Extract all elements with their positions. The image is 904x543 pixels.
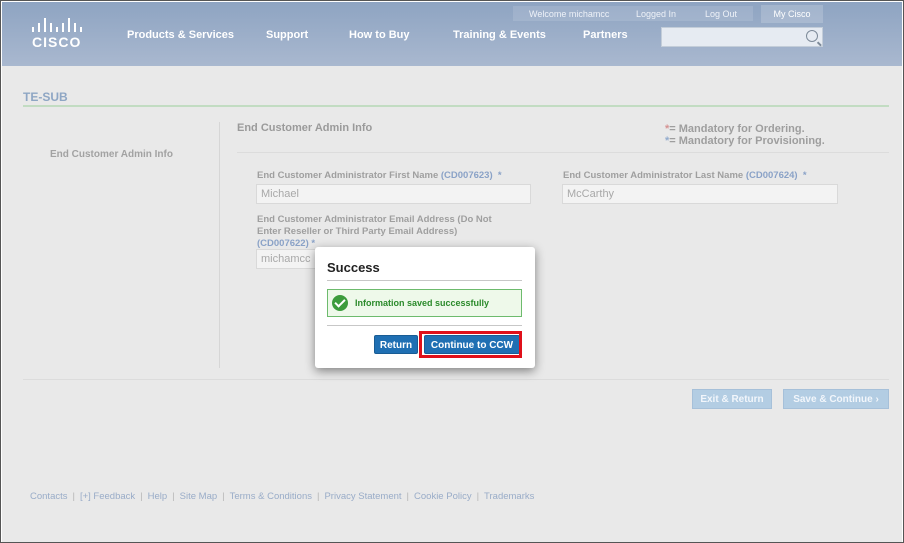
search-input[interactable] bbox=[661, 27, 823, 47]
welcome-text: Welcome michamcc bbox=[529, 9, 610, 19]
first-name-label-text: End Customer Administrator First Name bbox=[257, 170, 439, 181]
nav-partners[interactable]: Partners bbox=[583, 29, 628, 41]
first-name-code: (CD007623) bbox=[440, 170, 493, 181]
cisco-logo[interactable]: CISCO bbox=[32, 18, 82, 50]
site-header: CISCO Products & Services Support How to… bbox=[2, 2, 902, 66]
email-label: End Customer Administrator Email Address… bbox=[257, 214, 527, 250]
email-label-line1: End Customer Administrator Email Address… bbox=[257, 214, 492, 225]
first-name-label: End Customer Administrator First Name (C… bbox=[257, 170, 502, 182]
nav-how-to-buy[interactable]: How to Buy bbox=[349, 29, 410, 41]
first-name-field[interactable]: Michael bbox=[256, 184, 531, 204]
save-continue-button[interactable]: Save & Continue › bbox=[783, 389, 889, 409]
modal-title: Success bbox=[327, 260, 380, 275]
mandatory-legend: *= Mandatory for Ordering. *= Mandatory … bbox=[665, 123, 825, 147]
email-label-line2: Enter Reseller or Third Party Email Addr… bbox=[257, 226, 458, 237]
success-alert: Information saved successfully bbox=[327, 289, 522, 317]
check-circle-icon bbox=[332, 295, 348, 311]
footer-contacts[interactable]: Contacts bbox=[30, 491, 68, 502]
success-message: Information saved successfully bbox=[355, 298, 490, 308]
footer-separator: | bbox=[476, 491, 480, 502]
legend-provisioning: = Mandatory for Provisioning. bbox=[669, 135, 825, 147]
required-asterisk-icon: * bbox=[495, 170, 502, 181]
footer-feedback[interactable]: [+] Feedback bbox=[80, 491, 135, 502]
cisco-logo-bars-icon bbox=[32, 18, 82, 32]
footer-trademarks[interactable]: Trademarks bbox=[484, 491, 534, 502]
modal-footer-divider bbox=[327, 325, 522, 326]
footer-separator: | bbox=[222, 491, 225, 502]
continue-button-highlight-box bbox=[419, 331, 522, 358]
footer-separator: | bbox=[172, 491, 175, 502]
footer-separator: | bbox=[406, 491, 410, 502]
footer-separator: | bbox=[72, 491, 75, 502]
exit-return-button[interactable]: Exit & Return bbox=[692, 389, 772, 409]
cisco-logo-text: CISCO bbox=[32, 34, 82, 50]
return-button[interactable]: Return bbox=[374, 335, 418, 354]
last-name-code: (CD007624) bbox=[745, 170, 798, 181]
required-asterisk-icon: * bbox=[308, 238, 316, 249]
form-bottom-divider bbox=[23, 379, 889, 380]
logout-link[interactable]: Log Out bbox=[705, 6, 737, 22]
my-cisco-button[interactable]: My Cisco bbox=[761, 5, 823, 23]
required-asterisk-icon: * bbox=[800, 170, 807, 181]
footer-separator: | bbox=[140, 491, 143, 502]
nav-products-services[interactable]: Products & Services bbox=[127, 29, 234, 41]
logged-in-text: Logged In bbox=[636, 9, 677, 19]
page-title: TE-SUB bbox=[23, 90, 68, 104]
chevron-right-icon: › bbox=[875, 394, 879, 405]
title-divider bbox=[23, 105, 889, 107]
footer-site-map[interactable]: Site Map bbox=[180, 491, 218, 502]
browser-frame: CISCO Products & Services Support How to… bbox=[0, 0, 904, 543]
search-icon[interactable] bbox=[806, 30, 818, 42]
footer-separator: | bbox=[316, 491, 320, 502]
save-continue-label: Save & Continue bbox=[793, 394, 873, 405]
nav-training-events[interactable]: Training & Events bbox=[453, 29, 546, 41]
nav-support[interactable]: Support bbox=[266, 29, 308, 41]
legend-ordering: = Mandatory for Ordering. bbox=[669, 123, 805, 135]
footer-privacy[interactable]: Privacy Statement bbox=[324, 491, 401, 502]
modal-title-divider bbox=[327, 280, 522, 281]
section-title: End Customer Admin Info bbox=[237, 122, 373, 134]
last-name-label: End Customer Administrator Last Name (CD… bbox=[563, 170, 807, 182]
footer-terms[interactable]: Terms & Conditions bbox=[230, 491, 312, 502]
footer-cookie-policy[interactable]: Cookie Policy bbox=[414, 491, 472, 502]
footer-help[interactable]: Help bbox=[148, 491, 168, 502]
vertical-divider bbox=[219, 122, 220, 368]
section-divider bbox=[237, 152, 889, 153]
last-name-field[interactable]: McCarthy bbox=[562, 184, 838, 204]
last-name-label-text: End Customer Administrator Last Name bbox=[563, 170, 744, 181]
footer-links: Contacts | [+] Feedback | Help | Site Map | … bbox=[30, 491, 534, 502]
left-nav-label[interactable]: End Customer Admin Info bbox=[50, 149, 173, 160]
email-code: (CD007622) bbox=[257, 238, 309, 249]
